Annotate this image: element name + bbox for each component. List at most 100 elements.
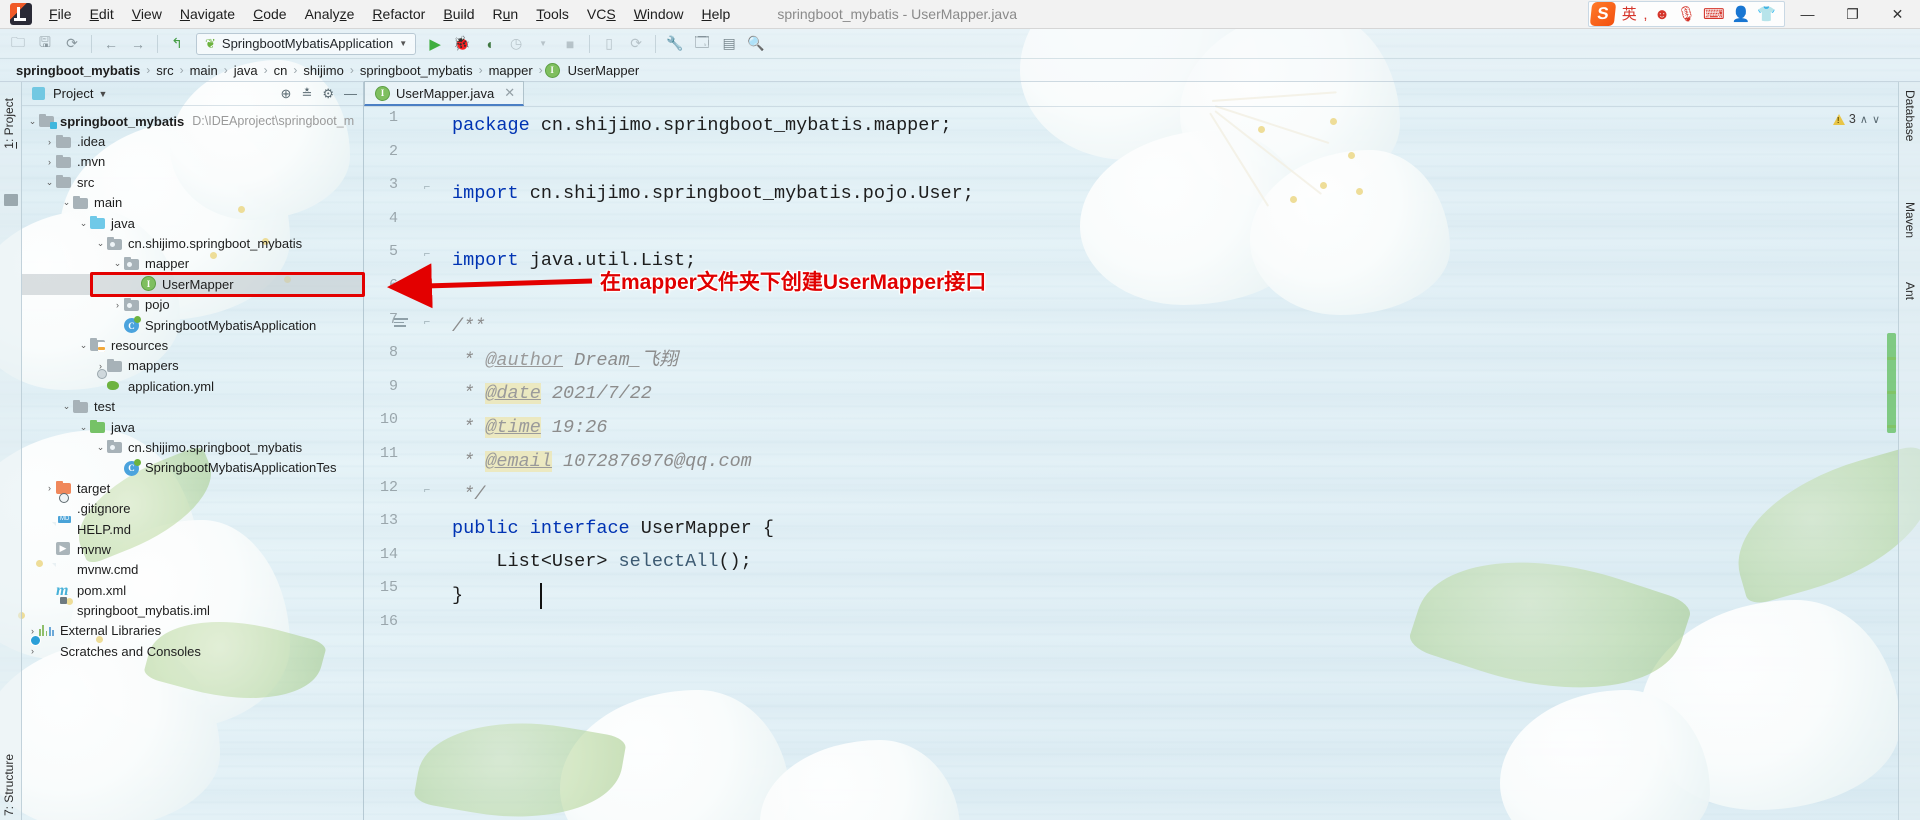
tree-node[interactable]: C SpringbootMybatisApplicationTes	[22, 458, 363, 478]
breadcrumb-item-project[interactable]: springboot_mybatis	[12, 63, 144, 78]
editor-scrollbar-thumb[interactable]	[1887, 333, 1896, 433]
tree-node[interactable]: ⌄ src	[22, 172, 363, 192]
menu-code[interactable]: Code	[244, 2, 295, 26]
tree-node[interactable]: ▶ mvnw	[22, 539, 363, 559]
tree-node[interactable]: › Scratches and Consoles	[22, 641, 363, 661]
run-with-coverage-icon[interactable]: ◖	[477, 32, 501, 56]
tree-node[interactable]: › mappers	[22, 356, 363, 376]
locate-icon[interactable]: ⊕	[281, 86, 292, 102]
rail-button-structure[interactable]: 7: Structure	[2, 754, 16, 816]
back-icon[interactable]: ←	[99, 32, 123, 56]
stop-icon[interactable]: ■	[558, 32, 582, 56]
breadcrumb-item-springboot-mybatis[interactable]: springboot_mybatis	[356, 63, 477, 78]
tab-usermapper-java[interactable]: I UserMapper.java ✕	[364, 81, 525, 106]
breadcrumb-item-main[interactable]: main	[186, 63, 222, 78]
chevron-right-icon[interactable]: ›	[43, 157, 56, 167]
chevron-down-icon[interactable]: ▼	[98, 89, 107, 99]
search-everywhere-icon[interactable]: 🔍	[744, 32, 768, 56]
rail-button-maven[interactable]: Maven	[1903, 202, 1917, 238]
tree-node[interactable]: › pojo	[22, 295, 363, 315]
tree-node[interactable]: springboot_mybatis.iml	[22, 600, 363, 620]
tree-node[interactable]: › External Libraries	[22, 621, 363, 641]
chevron-right-icon[interactable]: ›	[26, 646, 39, 656]
menu-help[interactable]: Help	[693, 2, 740, 26]
hide-icon[interactable]: —	[344, 86, 357, 101]
menu-navigate[interactable]: Navigate	[171, 2, 244, 26]
breadcrumb-item-src[interactable]: src	[152, 63, 177, 78]
breadcrumb-item-cn[interactable]: cn	[270, 63, 292, 78]
tree-node[interactable]: › .idea	[22, 131, 363, 151]
tree-node[interactable]: ⌄ springboot_mybatis D:\IDEAproject\spring…	[22, 111, 363, 131]
tree-node[interactable]: C SpringbootMybatisApplication	[22, 315, 363, 335]
chevron-down-icon[interactable]: ⌄	[94, 238, 107, 249]
breadcrumb-item-usermapper[interactable]: UserMapper	[564, 63, 644, 78]
rail-button-project[interactable]: 1: Project	[2, 98, 16, 149]
inspection-status[interactable]: 3 ∧ ∨	[1832, 112, 1880, 126]
sdk-manager-icon[interactable]: ▤	[717, 32, 741, 56]
chevron-down-icon[interactable]: ▼	[399, 39, 407, 48]
run-icon[interactable]: ▶	[423, 32, 447, 56]
project-structure-icon[interactable]: 🗔	[690, 32, 714, 56]
undo-icon[interactable]: ↰	[165, 32, 189, 56]
collapse-all-icon[interactable]: ≛	[301, 86, 312, 102]
chevron-right-icon[interactable]: ›	[111, 300, 124, 310]
update-app-icon[interactable]: ⟳	[624, 32, 648, 56]
minimize-button[interactable]: —	[1785, 0, 1830, 29]
chevron-right-icon[interactable]: ›	[43, 483, 56, 493]
tree-node[interactable]: application.yml	[22, 376, 363, 396]
debug-icon[interactable]: 🐞	[450, 32, 474, 56]
fold-handle-icon[interactable]: ⌐	[420, 483, 434, 497]
next-problem-icon[interactable]: ∨	[1872, 113, 1880, 126]
sync-icon[interactable]: ⟳	[60, 32, 84, 56]
menu-run[interactable]: Run	[484, 2, 528, 26]
fold-handle-icon[interactable]: ⌐	[420, 315, 434, 329]
forward-icon[interactable]: →	[126, 32, 150, 56]
menu-tools[interactable]: Tools	[527, 2, 578, 26]
tree-node[interactable]: .gitignore	[22, 498, 363, 518]
skin-icon[interactable]: 👕	[1757, 7, 1776, 22]
breadcrumb-item-java[interactable]: java	[230, 63, 262, 78]
tree-node[interactable]: ⌄ mapper	[22, 254, 363, 274]
tree-node[interactable]: ⌄ cn.shijimo.springboot_mybatis	[22, 437, 363, 457]
chevron-down-icon[interactable]: ⌄	[94, 442, 107, 453]
menu-edit[interactable]: Edit	[81, 2, 123, 26]
editor-gutter[interactable]: 12345678910111213141516⌐⌐⌐⌐	[364, 107, 442, 820]
fold-handle-icon[interactable]: ⌐	[420, 180, 434, 194]
restore-button[interactable]: ❐	[1830, 0, 1875, 29]
tree-node-selected[interactable]: I UserMapper	[22, 274, 363, 295]
editor-marker-track[interactable]	[1884, 107, 1898, 820]
chevron-down-icon[interactable]: ⌄	[60, 197, 73, 208]
run-configuration-selector[interactable]: ❦ SpringbootMybatisApplication ▼	[196, 32, 417, 55]
profile-dropdown-icon[interactable]: ▼	[531, 32, 555, 56]
settings-icon[interactable]: ⚙	[322, 86, 334, 102]
previous-problem-icon[interactable]: ∧	[1860, 113, 1868, 126]
chevron-right-icon[interactable]: ›	[43, 137, 56, 147]
chevron-down-icon[interactable]: ⌄	[43, 177, 56, 188]
chevron-down-icon[interactable]: ⌄	[60, 401, 73, 412]
tree-node[interactable]: ⌄ main	[22, 193, 363, 213]
sogou-ime-toolbar[interactable]: S 英 ‚ ☻ 🎙 ⌨ 👤 👕	[1587, 1, 1785, 27]
menu-window[interactable]: Window	[625, 2, 693, 26]
menu-vcs[interactable]: VCS	[578, 2, 625, 26]
chinese-english-toggle-icon[interactable]: 英	[1622, 7, 1637, 22]
menu-view[interactable]: View	[123, 2, 171, 26]
close-button[interactable]: ✕	[1875, 0, 1920, 29]
chevron-down-icon[interactable]: ⌄	[111, 258, 124, 269]
chevron-down-icon[interactable]: ⌄	[77, 218, 90, 229]
device-manager-icon[interactable]: ▯	[597, 32, 621, 56]
open-project-icon[interactable]: 🗀	[6, 32, 30, 56]
project-panel-title[interactable]: Project	[53, 86, 93, 101]
menu-file[interactable]: File	[40, 2, 81, 26]
microphone-icon[interactable]: 🎙	[1677, 7, 1696, 22]
rail-button-ant[interactable]: Ant	[1903, 282, 1917, 300]
emoji-icon[interactable]: ☻	[1654, 7, 1670, 22]
menu-analyze[interactable]: Analyze	[296, 2, 364, 26]
save-all-icon[interactable]: 🖫	[33, 32, 57, 56]
tree-node[interactable]: ⌄ test	[22, 396, 363, 416]
close-icon[interactable]: ✕	[504, 85, 515, 101]
tree-node[interactable]: › .mvn	[22, 152, 363, 172]
chevron-down-icon[interactable]: ⌄	[77, 340, 90, 351]
breadcrumb-item-mapper[interactable]: mapper	[485, 63, 537, 78]
chevron-down-icon[interactable]: ⌄	[77, 422, 90, 433]
user-icon[interactable]: 👤	[1732, 7, 1751, 22]
